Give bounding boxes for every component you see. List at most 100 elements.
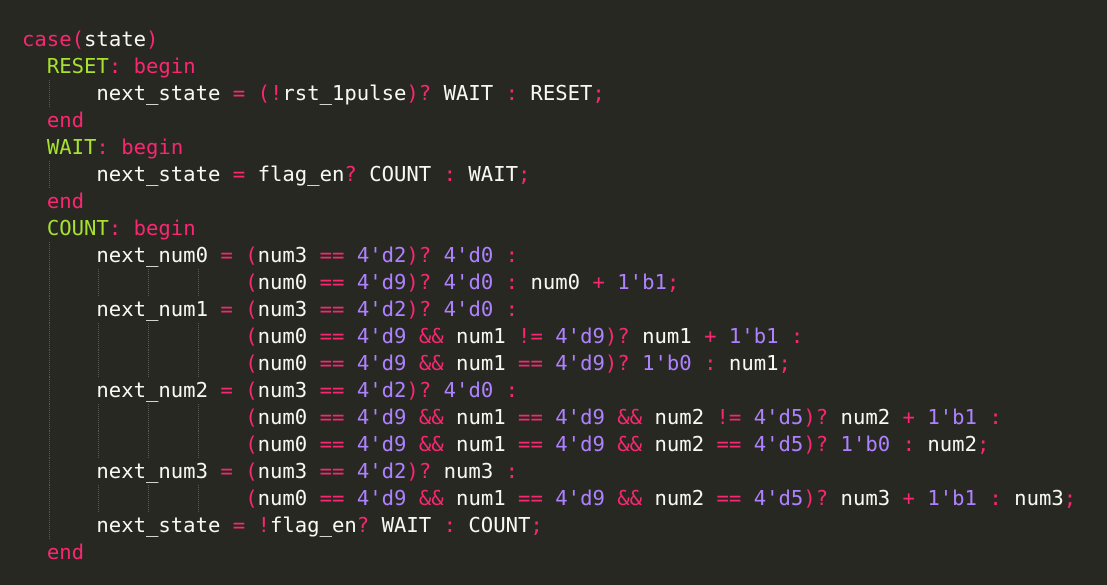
code-token-keyword: && (617, 405, 643, 429)
code-token-keyword: : (790, 324, 804, 348)
code-token-plain: WAIT (456, 162, 518, 186)
code-editor[interactable]: case(state) RESET : begin next_state = (!… (0, 0, 1107, 585)
code-line: next_num0 = (num3 == 4'd2)? 4'd0 : (22, 242, 1107, 269)
code-token-keyword: : (443, 513, 456, 537)
code-token-number: 4'd9 (356, 405, 407, 429)
code-token-number: 4'd0 (443, 243, 494, 267)
code-token-plain: WAIT (431, 81, 506, 105)
code-token-plain: next_state (22, 81, 233, 105)
code-token-keyword: && (418, 486, 444, 510)
code-line: (num0 == 4'd9 && num1 == 4'd9 && num2 !=… (22, 404, 1107, 431)
code-token-number: 4'd9 (555, 324, 605, 348)
code-token-plain: next_num0 (22, 243, 221, 267)
code-token-number: 1'b0 (642, 351, 692, 375)
code-token-plain: num1 (443, 351, 519, 375)
code-token-keyword: : (902, 432, 915, 456)
code-line: next_state = !flag_en? WAIT : COUNT; (22, 512, 1107, 539)
code-token-keyword: )? (604, 351, 630, 375)
code-token-plain: num3 (257, 459, 320, 483)
code-token-keyword: ; (666, 270, 680, 294)
code-token-keyword: && (418, 351, 444, 375)
code-token-keyword: ! (269, 81, 283, 105)
indent-guide (48, 323, 50, 350)
code-token-number: 4'd9 (356, 351, 407, 375)
code-token-number: 1'b1 (728, 324, 779, 348)
indent-guide (148, 269, 149, 296)
code-token-keyword: != (518, 324, 543, 348)
code-token-plain: flag_en (245, 162, 345, 186)
code-line: (num0 == 4'd9)? 4'd0 : num0 + 1'b1; (22, 269, 1107, 296)
code-token-keyword: ( (245, 270, 258, 294)
code-token-keyword: end (46, 108, 85, 132)
code-token-keyword: = ( (220, 378, 258, 402)
code-token-plain: num3 (828, 486, 903, 510)
code-token-plain: num0 (257, 432, 320, 456)
code-token-keyword: ( (245, 432, 258, 456)
code-token-plain: num2 (642, 486, 717, 510)
code-token-keyword: : (443, 162, 456, 186)
code-token-plain: num0 (518, 270, 593, 294)
code-lines: case(state) RESET : begin next_state = (!… (22, 26, 1107, 566)
code-token-number: 4'd9 (356, 432, 407, 456)
code-line: (num0 == 4'd9 && num1 == 4'd9 && num2 ==… (22, 485, 1107, 512)
code-token-number: 4'd0 (443, 270, 494, 294)
indent-guide (48, 80, 50, 107)
indent-guide (48, 431, 50, 458)
code-token-plain: next_num1 (22, 297, 221, 321)
code-token-keyword: ; (1063, 486, 1077, 510)
code-token-keyword: ) (146, 27, 159, 51)
code-line: end (22, 107, 1107, 134)
code-token-keyword: ; (518, 162, 531, 186)
code-token-keyword: = ( (220, 243, 258, 267)
code-token-plain: COUNT (356, 162, 444, 186)
code-token-number: 4'd5 (753, 432, 804, 456)
code-token-keyword: == (319, 432, 345, 456)
indent-guide (197, 350, 199, 377)
code-token-number: 1'b1 (927, 405, 977, 429)
code-token-keyword: )? (406, 297, 432, 321)
indent-guide (197, 404, 199, 431)
code-token-keyword: )? (406, 270, 432, 294)
code-token-plain: flag_en (269, 513, 357, 537)
indent-guide (98, 431, 100, 458)
code-line: case(state) (22, 26, 1107, 53)
code-token-keyword: ; (976, 432, 990, 456)
code-line: end (22, 188, 1107, 215)
indent-guide (98, 404, 100, 431)
code-token-plain: num3 (1001, 486, 1064, 510)
code-line: COUNT: begin (22, 215, 1107, 242)
code-token-plain: COUNT (456, 513, 531, 537)
code-token-plain: num3 (257, 378, 320, 402)
code-token-keyword: ? (356, 513, 370, 537)
code-token-keyword: == (716, 432, 742, 456)
code-token-number: 4'd0 (443, 378, 494, 402)
code-token-keyword: == (319, 351, 345, 375)
code-token-label: RESET (46, 54, 109, 78)
code-token-keyword: : begin (96, 135, 184, 159)
